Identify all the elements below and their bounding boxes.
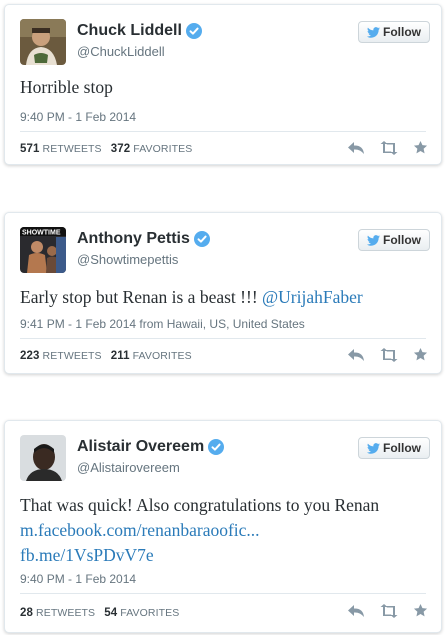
- tweet-stats: 28 RETWEETS 54 FAVORITES: [20, 607, 179, 619]
- avatar[interactable]: [20, 435, 66, 481]
- follow-label: Follow: [383, 233, 421, 247]
- retweet-count[interactable]: 28: [20, 607, 33, 619]
- tweet-actions: [347, 603, 428, 618]
- favorites-label: FAVORITES: [132, 350, 192, 362]
- tweet-card: Chuck Liddell @ChuckLiddell Follow Horri…: [4, 4, 442, 165]
- tweet-text-line: Early stop but Renan is a beast !!!: [20, 287, 263, 307]
- author-name[interactable]: Alistair Overeem: [77, 438, 204, 456]
- retweet-icon[interactable]: [379, 347, 399, 362]
- favorites-label: FAVORITES: [133, 143, 193, 155]
- follow-button[interactable]: Follow: [358, 229, 430, 251]
- author-handle[interactable]: @Showtimepettis: [77, 252, 178, 267]
- tweet-card: SHOWTIME Anthony Pettis @Showtimepettis …: [4, 212, 442, 374]
- verified-icon: [193, 231, 210, 247]
- favorite-count[interactable]: 211: [111, 350, 130, 362]
- favorite-count[interactable]: 54: [104, 607, 117, 619]
- author[interactable]: Alistair Overeem: [77, 438, 225, 456]
- follow-label: Follow: [383, 441, 421, 455]
- author[interactable]: Chuck Liddell: [77, 22, 202, 40]
- tweet-text: Early stop but Renan is a beast !!! @Uri…: [20, 285, 435, 310]
- favorite-icon[interactable]: [413, 347, 428, 362]
- author-handle[interactable]: @ChuckLiddell: [77, 44, 165, 59]
- tweet-stats: 223 RETWEETS 211 FAVORITES: [20, 350, 192, 362]
- tweet-actions: [347, 140, 428, 155]
- tweet-card: Alistair Overeem @Alistairovereem Follow…: [4, 420, 442, 633]
- tweet-link[interactable]: m.facebook.com/renanbaraoofic...: [20, 518, 435, 543]
- tweet-link[interactable]: fb.me/1VsPDvV7e: [20, 543, 435, 568]
- divider: [20, 338, 426, 339]
- verified-icon: [185, 23, 202, 39]
- author[interactable]: Anthony Pettis: [77, 230, 210, 248]
- reply-icon[interactable]: [347, 604, 365, 618]
- favorite-icon[interactable]: [413, 140, 428, 155]
- timestamp[interactable]: 9:40 PM - 1 Feb 2014: [20, 110, 136, 124]
- twitter-bird-icon: [367, 443, 380, 454]
- favorites-label: FAVORITES: [120, 607, 180, 619]
- twitter-bird-icon: [367, 235, 380, 246]
- author-name[interactable]: Anthony Pettis: [77, 230, 190, 248]
- twitter-bird-icon: [367, 27, 380, 38]
- retweets-label: RETWEETS: [42, 143, 102, 155]
- retweets-label: RETWEETS: [42, 350, 102, 362]
- retweet-icon[interactable]: [379, 603, 399, 618]
- favorite-icon[interactable]: [413, 603, 428, 618]
- retweet-count[interactable]: 571: [20, 143, 40, 155]
- tweet-header: SHOWTIME Anthony Pettis @Showtimepettis …: [20, 227, 430, 273]
- tweet-text: That was quick! Also congratulations to …: [20, 493, 435, 568]
- tweet-header: Alistair Overeem @Alistairovereem Follow: [20, 435, 430, 481]
- retweet-count[interactable]: 223: [20, 350, 40, 362]
- follow-label: Follow: [383, 25, 421, 39]
- timestamp[interactable]: 9:41 PM - 1 Feb 2014 from Hawaii, US, Un…: [20, 317, 305, 331]
- reply-icon[interactable]: [347, 348, 365, 362]
- verified-icon: [208, 439, 225, 455]
- author-name[interactable]: Chuck Liddell: [77, 22, 182, 40]
- retweet-icon[interactable]: [379, 140, 399, 155]
- tweet-stats: 571 RETWEETS 372 FAVORITES: [20, 143, 192, 155]
- retweets-label: RETWEETS: [36, 607, 96, 619]
- follow-button[interactable]: Follow: [358, 21, 430, 43]
- tweet-text-line: Horrible stop: [20, 77, 113, 97]
- tweet-actions: [347, 347, 428, 362]
- timestamp[interactable]: 9:40 PM - 1 Feb 2014: [20, 572, 136, 586]
- divider: [20, 131, 426, 132]
- tweet-header: Chuck Liddell @ChuckLiddell Follow: [20, 19, 430, 65]
- favorite-count[interactable]: 372: [111, 143, 131, 155]
- avatar[interactable]: [20, 19, 66, 65]
- svg-text:SHOWTIME: SHOWTIME: [22, 230, 61, 237]
- mention-link[interactable]: @UrijahFaber: [262, 287, 363, 307]
- tweet-text: Horrible stop: [20, 75, 435, 100]
- divider: [20, 593, 426, 594]
- author-handle[interactable]: @Alistairovereem: [77, 460, 180, 475]
- avatar[interactable]: SHOWTIME: [20, 227, 66, 273]
- tweet-text-line: That was quick! Also congratulations to …: [20, 495, 380, 515]
- follow-button[interactable]: Follow: [358, 437, 430, 459]
- reply-icon[interactable]: [347, 141, 365, 155]
